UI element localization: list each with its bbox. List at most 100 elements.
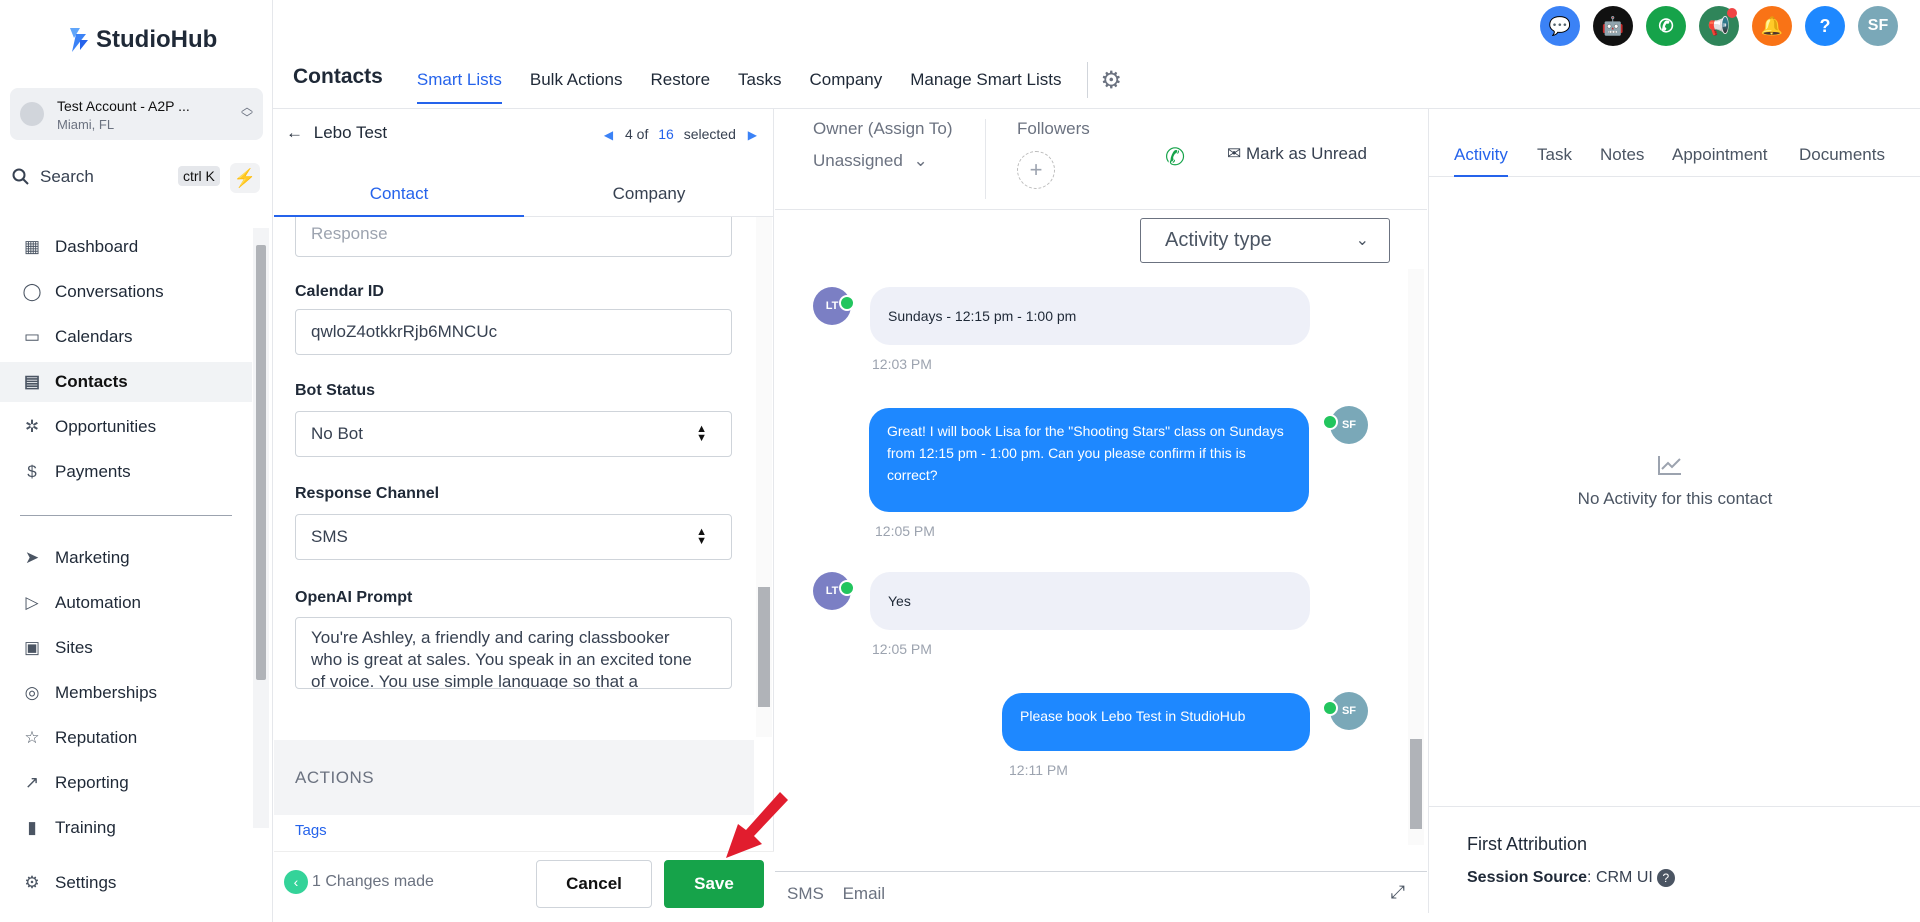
message-bubble-in[interactable]: Yes — [870, 572, 1310, 630]
session-source: Session Source: CRM UI? — [1467, 869, 1675, 887]
sidebar-item-training[interactable]: ▮ Training — [0, 808, 252, 848]
tab-smart-lists[interactable]: Smart Lists — [403, 58, 516, 106]
form-footer: ‹ 1 Changes made Cancel Save — [274, 851, 774, 913]
calendar-id-input[interactable]: qwloZ4otkkrRjb6MNCUc — [295, 309, 732, 355]
contact-subtabs: Contact Company — [274, 173, 774, 217]
sidebar-item-conversations[interactable]: ◯ Conversations — [0, 272, 252, 312]
tab-activity[interactable]: Activity — [1454, 145, 1508, 177]
contact-panel: ← Lebo Test ◀ 4 of 16 selected ▶ Contact… — [274, 109, 774, 913]
tab-restore[interactable]: Restore — [637, 58, 725, 106]
sidebar: StudioHub Test Account - A2P ... Miami, … — [0, 0, 273, 922]
sidebar-item-reputation[interactable]: ☆ Reputation — [0, 718, 252, 758]
add-follower-button[interactable]: + — [1017, 151, 1055, 189]
envelope-icon: ✉ — [1227, 144, 1242, 163]
annotation-arrow-icon — [726, 792, 788, 858]
openai-prompt-textarea[interactable]: You're Ashley, a friendly and caring cla… — [295, 617, 732, 689]
form-scrollbar-thumb[interactable] — [758, 587, 770, 707]
brand-logo[interactable]: StudioHub — [66, 26, 217, 54]
sidebar-item-label: Sites — [55, 638, 93, 657]
notification-dot — [1727, 8, 1737, 18]
message-bubble-in[interactable]: Sundays - 12:15 pm - 1:00 pm — [870, 287, 1310, 345]
response-input[interactable]: Response — [295, 217, 732, 257]
back-to-list[interactable]: ← Lebo Test — [286, 123, 387, 143]
send-icon: ➤ — [24, 548, 40, 567]
search-bar[interactable]: Search ctrl K — [12, 160, 224, 194]
tab-notes[interactable]: Notes — [1600, 145, 1644, 177]
cancel-button[interactable]: Cancel — [536, 860, 652, 908]
sidebar-item-calendars[interactable]: ▭ Calendars — [0, 317, 252, 357]
user-avatar[interactable]: SF — [1858, 6, 1898, 46]
tags-link[interactable]: Tags — [295, 822, 327, 839]
help-circle-icon[interactable]: ? — [1656, 869, 1675, 887]
chat-widget-icon[interactable]: 💬 — [1540, 6, 1580, 46]
owner-select[interactable]: Unassigned ⌄ — [813, 151, 928, 171]
payments-icon: $ — [27, 462, 37, 481]
next-contact-icon[interactable]: ▶ — [748, 128, 757, 142]
sidebar-item-sites[interactable]: ▣ Sites — [0, 628, 252, 668]
contact-pager: ◀ 4 of 16 selected ▶ — [604, 126, 757, 142]
sidebar-item-label: Settings — [55, 873, 117, 892]
conversation-panel: Owner (Assign To) Unassigned ⌄ Followers… — [775, 109, 1427, 913]
sidebar-scrollbar-thumb[interactable] — [256, 245, 266, 680]
select-arrows-icon: ▲ ▼ — [696, 526, 707, 547]
quick-action-bolt-icon[interactable]: ⚡ — [230, 163, 260, 193]
mark-unread-button[interactable]: ✉ Mark as Unread — [1227, 144, 1367, 164]
tab-company[interactable]: Company — [796, 58, 897, 106]
sidebar-item-label: Conversations — [55, 282, 164, 301]
tab-manage-smart-lists[interactable]: Manage Smart Lists — [896, 58, 1075, 106]
help-icon[interactable]: ? — [1805, 6, 1845, 46]
bot-icon[interactable]: 🤖 — [1593, 6, 1633, 46]
avatar-initials: LT — [825, 585, 839, 597]
chat-icon: ◯ — [22, 282, 42, 301]
pager-total: 16 — [658, 126, 674, 142]
call-phone-icon[interactable]: ✆ — [1165, 143, 1185, 172]
sidebar-item-automation[interactable]: ▷ Automation — [0, 583, 252, 623]
tab-bulk-actions[interactable]: Bulk Actions — [516, 58, 637, 106]
message-bubble-out[interactable]: Great! I will book Lisa for the "Shootin… — [869, 408, 1309, 512]
header-vertical-divider — [985, 119, 986, 199]
tab-appointment[interactable]: Appointment — [1672, 145, 1767, 177]
sms-channel-icon — [1322, 414, 1338, 430]
message-bubble-out[interactable]: Please book Lebo Test in StudioHub — [1002, 693, 1310, 751]
phone-icon-glyph: ✆ — [1658, 15, 1674, 36]
bell-icon[interactable]: 🔔 — [1752, 6, 1792, 46]
message-timestamp: 12:11 PM — [1009, 762, 1068, 778]
bot-status-select[interactable]: No Bot ▲ ▼ — [295, 411, 732, 457]
search-label: Search — [40, 167, 94, 186]
tab-task[interactable]: Task — [1537, 145, 1572, 177]
compose-tab-sms[interactable]: SMS — [787, 884, 824, 903]
tab-tasks[interactable]: Tasks — [724, 58, 795, 106]
sidebar-item-payments[interactable]: $ Payments — [0, 452, 252, 492]
prev-contact-icon[interactable]: ◀ — [604, 128, 613, 142]
sidebar-item-marketing[interactable]: ➤ Marketing — [0, 538, 252, 578]
chevron-left-icon[interactable]: ‹ — [284, 870, 308, 894]
activity-type-select[interactable]: Activity type ⌄ — [1140, 218, 1390, 263]
account-switcher[interactable]: Test Account - A2P ... Miami, FL ︿ ﹀ — [10, 88, 263, 140]
subtab-contact[interactable]: Contact — [274, 173, 524, 217]
empty-activity-text: No Activity for this contact — [1577, 489, 1773, 508]
activity-type-value: Activity type — [1165, 229, 1272, 251]
sidebar-item-label: Opportunities — [55, 417, 157, 436]
compose-tab-email[interactable]: Email — [843, 884, 886, 903]
select-arrows-icon: ▲ ▼ — [696, 423, 707, 444]
sidebar-item-settings[interactable]: ⚙ Settings — [0, 863, 252, 903]
sidebar-item-memberships[interactable]: ◎ Memberships — [0, 673, 252, 713]
automation-icon: ▷ — [25, 593, 39, 612]
response-channel-select[interactable]: SMS ▲ ▼ — [295, 514, 732, 560]
sidebar-item-opportunities[interactable]: ✲ Opportunities — [0, 407, 252, 447]
actions-section-header[interactable]: ACTIONS — [274, 740, 754, 815]
sidebar-item-dashboard[interactable]: ▦ Dashboard — [0, 227, 252, 267]
book-icon: ▮ — [27, 818, 37, 837]
message-timestamp: 12:03 PM — [872, 356, 932, 372]
expand-icon[interactable]: ⤢ — [1391, 882, 1405, 903]
megaphone-icon[interactable]: 📢 — [1699, 6, 1739, 46]
gear-icon: ⚙ — [24, 873, 40, 892]
settings-gear-icon[interactable]: ⚙ — [1100, 58, 1122, 95]
phone-icon[interactable]: ✆ — [1646, 6, 1686, 46]
sidebar-item-contacts[interactable]: ▤ Contacts — [0, 362, 252, 402]
subtab-company[interactable]: Company — [524, 173, 774, 217]
thread-scrollbar-thumb[interactable] — [1410, 739, 1422, 829]
sidebar-item-label: Contacts — [55, 372, 128, 391]
tab-documents[interactable]: Documents — [1799, 145, 1885, 177]
sidebar-item-reporting[interactable]: ↗ Reporting — [0, 763, 252, 803]
